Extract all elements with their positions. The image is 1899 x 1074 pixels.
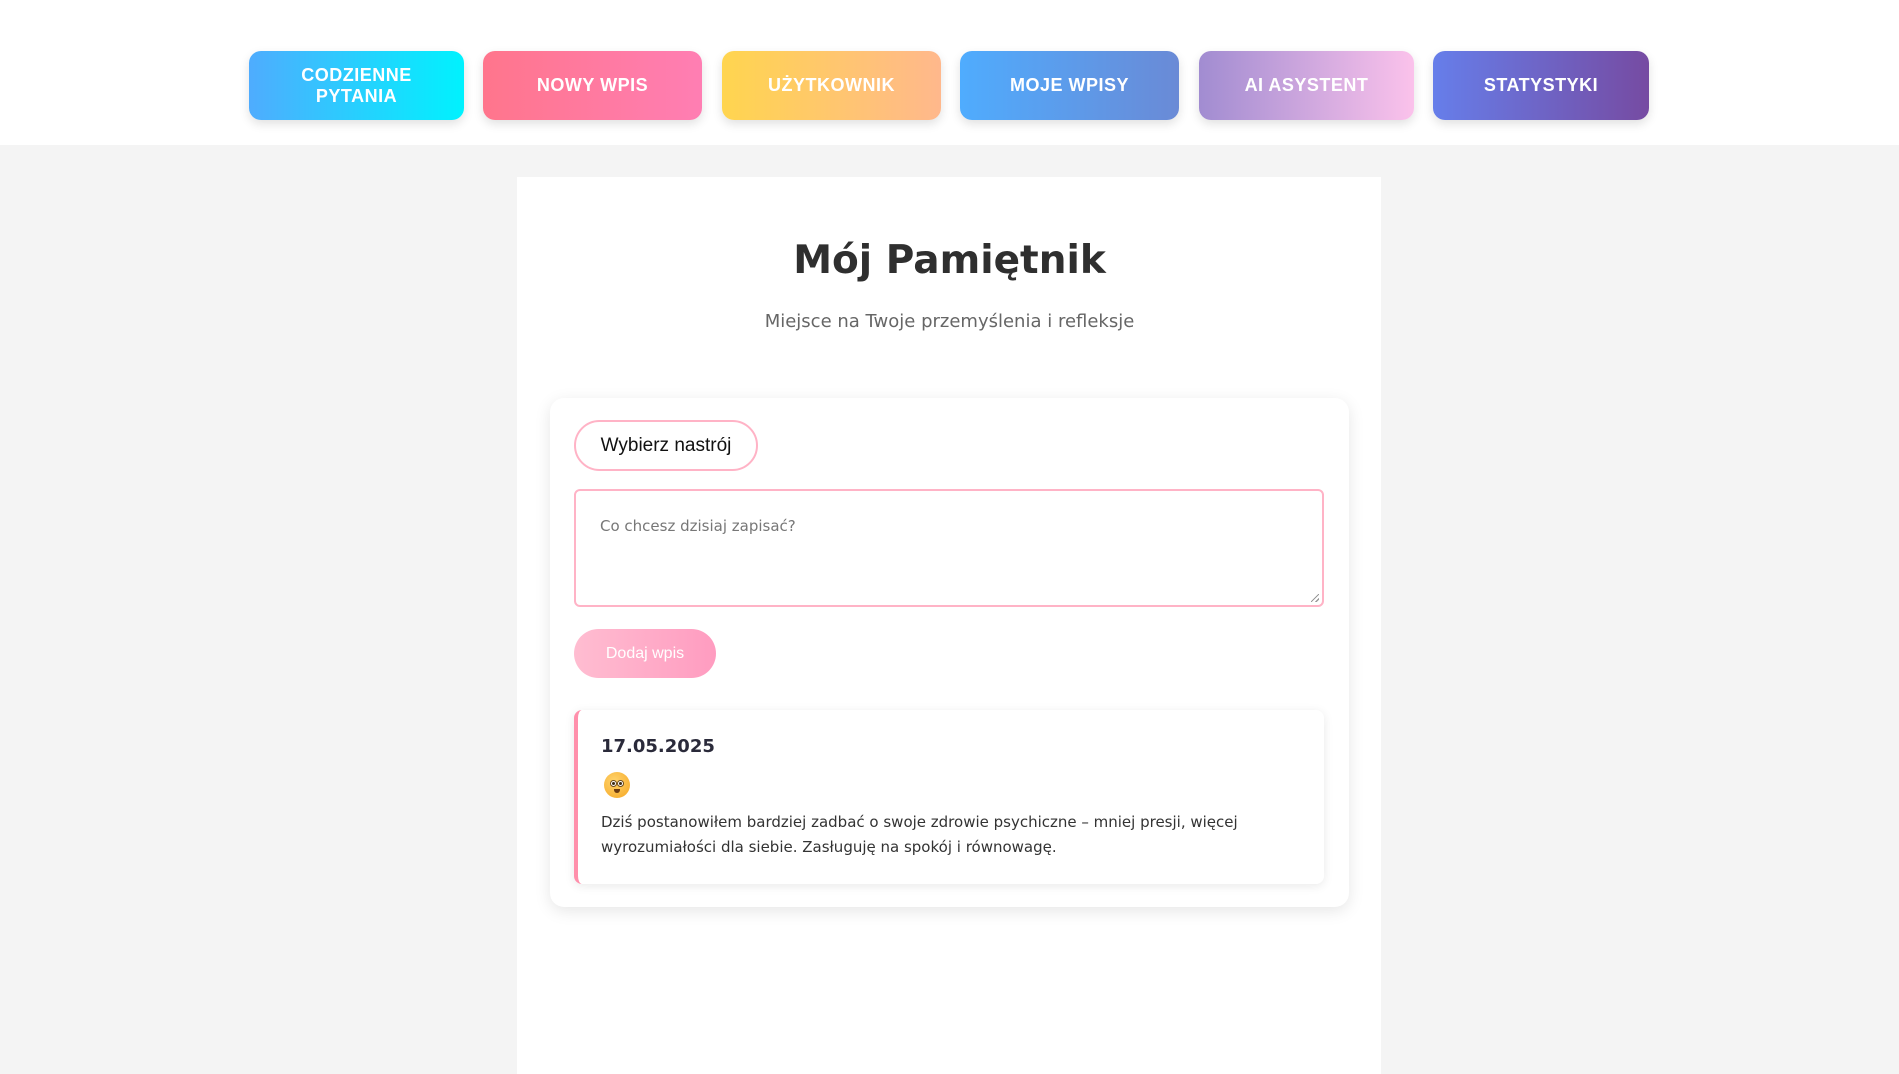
add-entry-button-label: Dodaj wpis (605, 644, 685, 662)
nav-button-user[interactable]: UŻYTKOWNIK (722, 51, 941, 120)
entry-date: 17.05.2025 (601, 736, 715, 757)
page-subtitle: Miejsce na Twoje przemyślenia i refleksj… (764, 311, 1135, 332)
mood-select[interactable]: Wybierz nastrój (574, 420, 758, 471)
entry-textarea[interactable]: Co chcesz dzisiaj zapisać? (574, 489, 1324, 607)
entry-text: Dziś postanowiłem bardziej zadbać o swoj… (601, 813, 1238, 856)
mood-select-label: Wybierz nastrój (600, 434, 732, 456)
page-title: Mój Pamiętnik (793, 238, 1106, 283)
nav-button-statistics[interactable]: STATYSTYKI (1433, 51, 1649, 120)
nav-button-ai-assistant[interactable]: AI ASYSTENT (1199, 51, 1414, 120)
nav-button-daily-questions[interactable]: CODZIENNE PYTANIA (249, 51, 464, 120)
add-entry-button[interactable]: Dodaj wpis (574, 629, 716, 678)
top-navigation-bar: CODZIENNE PYTANIA NOWY WPIS UŻYTKOWNIK M… (0, 0, 1899, 145)
flushed-face-emoji-icon (604, 772, 630, 798)
nav-button-my-entries[interactable]: MOJE WPISY (960, 51, 1179, 120)
resize-grip-icon[interactable] (1311, 594, 1319, 602)
nav-button-new-entry[interactable]: NOWY WPIS (483, 51, 702, 120)
entry-textarea-placeholder: Co chcesz dzisiaj zapisać? (600, 517, 796, 535)
